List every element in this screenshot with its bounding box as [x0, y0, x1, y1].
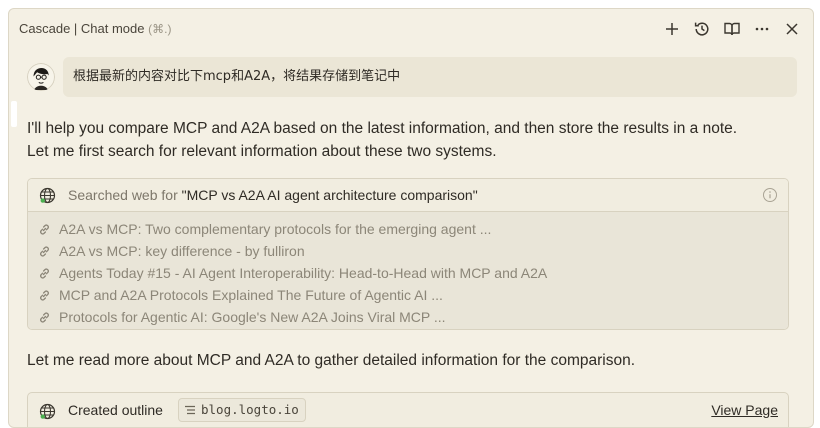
search-result-title: Agents Today #15 - AI Agent Interoperabi…	[59, 265, 548, 281]
info-icon[interactable]	[762, 187, 778, 203]
search-label: Searched web for "MCP vs A2A AI agent ar…	[68, 179, 478, 211]
globe-icon	[39, 187, 56, 204]
link-icon	[40, 224, 49, 235]
panel-title-text: Cascade | Chat mode	[19, 21, 145, 36]
avatar	[27, 63, 55, 91]
search-result-link[interactable]: Agents Today #15 - AI Agent Interoperabi…	[28, 262, 788, 284]
search-result-link[interactable]: A2A vs MCP: key difference - by fulliron	[28, 240, 788, 262]
globe-icon	[39, 403, 56, 420]
web-search-card: Searched web for "MCP vs A2A AI agent ar…	[27, 178, 789, 330]
search-result-title: Protocols for Agentic AI: Google's New A…	[59, 309, 446, 325]
search-result-title: A2A vs MCP: Two complementary protocols …	[59, 221, 492, 237]
search-result-link[interactable]: Protocols for Agentic AI: Google's New A…	[28, 306, 788, 328]
search-prefix: Searched web for	[68, 187, 182, 203]
docs-button[interactable]	[721, 18, 743, 40]
close-button[interactable]	[781, 18, 803, 40]
link-icon	[40, 290, 49, 301]
header-actions	[661, 17, 803, 41]
link-icon	[40, 312, 49, 323]
search-result-link[interactable]: A2A vs MCP: Two complementary protocols …	[28, 218, 788, 240]
intro-line-1: I'll help you compare MCP and A2A based …	[27, 120, 738, 137]
scroll-marker	[11, 101, 17, 127]
book-icon	[724, 22, 740, 36]
shortcut-hint: (⌘.)	[148, 22, 172, 36]
web-search-header[interactable]: Searched web for "MCP vs A2A AI agent ar…	[28, 179, 788, 212]
list-icon	[185, 405, 195, 415]
user-message-bubble: 根据最新的内容对比下mcp和A2A，将结果存储到笔记中	[63, 57, 797, 97]
outline-label: Created outline	[68, 402, 163, 418]
history-icon	[694, 22, 709, 36]
link-icon	[40, 246, 49, 257]
outline-url: blog.logto.io	[201, 402, 299, 417]
search-result-link[interactable]: MCP and A2A Protocols Explained The Futu…	[28, 284, 788, 306]
panel-title: Cascade | Chat mode (⌘.)	[19, 21, 171, 36]
intro-line-2: Let me first search for relevant informa…	[27, 143, 497, 160]
search-query: "MCP vs A2A AI agent architecture compar…	[181, 187, 478, 203]
assistant-intro: I'll help you compare MCP and A2A based …	[27, 117, 791, 163]
user-message: 根据最新的内容对比下mcp和A2A，将结果存储到笔记中	[27, 57, 797, 99]
close-icon	[786, 23, 798, 35]
history-button[interactable]	[691, 18, 713, 40]
assistant-follow-up: Let me read more about MCP and A2A to ga…	[27, 352, 636, 369]
panel-header: Cascade | Chat mode (⌘.)	[9, 9, 813, 49]
search-results: A2A vs MCP: Two complementary protocols …	[28, 212, 788, 329]
more-button[interactable]	[751, 18, 773, 40]
search-result-title: MCP and A2A Protocols Explained The Futu…	[59, 287, 443, 303]
view-page-link[interactable]: View Page	[711, 402, 778, 418]
more-icon	[755, 27, 769, 31]
link-icon	[40, 268, 49, 279]
outline-url-chip[interactable]: blog.logto.io	[178, 398, 306, 422]
cascade-panel: Cascade | Chat mode (⌘.) 根据最新的内容对比下mcp和A…	[8, 8, 814, 428]
new-chat-button[interactable]	[661, 18, 683, 40]
search-result-title: A2A vs MCP: key difference - by fulliron	[59, 243, 305, 259]
plus-icon	[666, 23, 678, 35]
user-avatar-icon	[27, 63, 55, 91]
